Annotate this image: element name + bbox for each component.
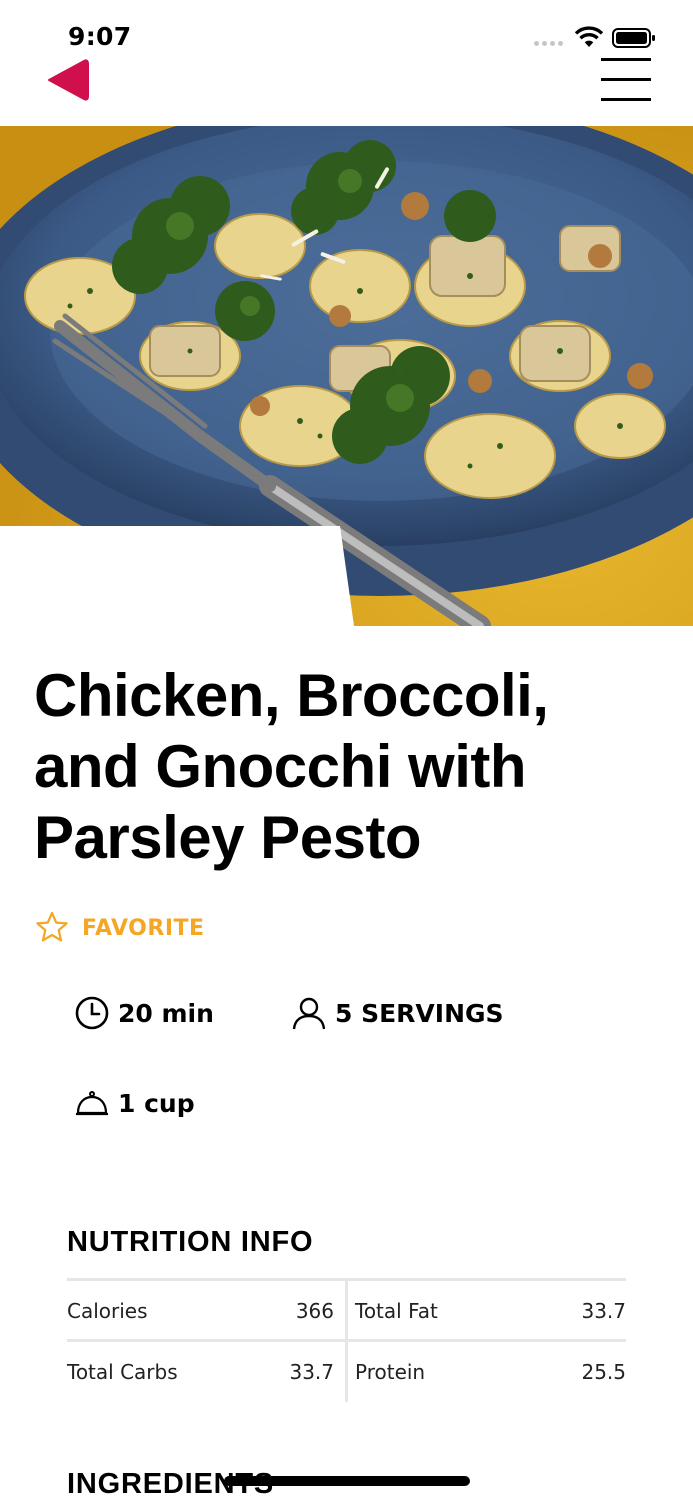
wifi-icon: [574, 26, 604, 47]
home-indicator[interactable]: [224, 1476, 470, 1486]
nutrition-title: NUTRITION INFO: [67, 1226, 314, 1258]
favorite-button[interactable]: FAVORITE: [34, 908, 205, 948]
cook-time-value: 20 min: [118, 998, 214, 1028]
nutrition-label: Total Carbs: [67, 1360, 178, 1384]
back-triangle-icon: [48, 59, 89, 101]
portion-size: 1 cup: [74, 1084, 195, 1122]
nutrition-cell: Protein 25.5: [355, 1342, 626, 1402]
battery-icon: [612, 28, 655, 48]
nutrition-cell: Calories 366: [67, 1281, 334, 1341]
nutrition-label: Protein: [355, 1360, 426, 1384]
nutrition-cell: Total Fat 33.7: [355, 1281, 626, 1341]
nutrition-table: Calories 366 Total Fat 33.7 Total Carbs …: [67, 1278, 626, 1402]
cloche-icon: [76, 1091, 108, 1116]
cook-time: 20 min: [74, 994, 214, 1032]
person-icon: [292, 997, 326, 1030]
hero-image: [0, 126, 693, 626]
hamburger-menu-icon: [601, 58, 651, 61]
servings-value: 5 SERVINGS: [335, 998, 504, 1028]
nutrition-value: 366: [295, 1299, 334, 1323]
nutrition-label: Calories: [67, 1299, 148, 1323]
status-time: 9:07: [68, 22, 132, 51]
signal-icon: [534, 41, 568, 47]
back-button[interactable]: [44, 56, 92, 104]
nutrition-value: 33.7: [581, 1299, 626, 1323]
nutrition-value: 33.7: [289, 1360, 334, 1384]
nutrition-cell: Total Carbs 33.7: [67, 1342, 334, 1402]
clock-icon: [75, 996, 109, 1030]
favorite-label: FAVORITE: [82, 915, 205, 941]
servings: 5 SERVINGS: [291, 994, 504, 1032]
menu-button[interactable]: [598, 56, 654, 104]
portion-size-value: 1 cup: [118, 1088, 195, 1118]
status-bar: 9:07: [0, 0, 693, 60]
star-outline-icon: [36, 911, 68, 942]
nutrition-value: 25.5: [581, 1360, 626, 1384]
nutrition-label: Total Fat: [355, 1299, 438, 1323]
recipe-title: Chicken, Broccoli, and Gnocchi with Pars…: [34, 662, 549, 871]
